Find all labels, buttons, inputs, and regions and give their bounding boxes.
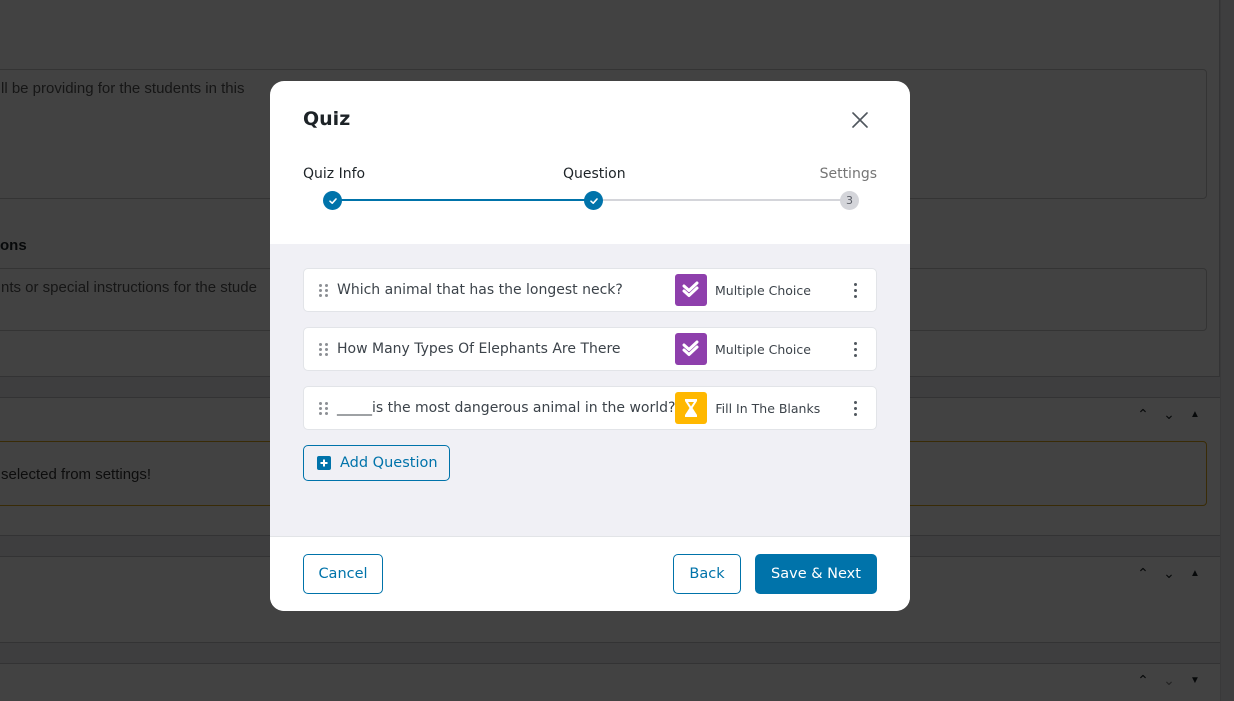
question-list-panel: Which animal that has the longest neck? … (270, 244, 910, 537)
save-next-button[interactable]: Save & Next (755, 554, 877, 594)
plus-square-icon (317, 456, 331, 470)
more-options-icon[interactable] (845, 400, 865, 416)
question-row[interactable]: How Many Types Of Elephants Are There Mu… (303, 327, 877, 371)
check-icon (328, 197, 337, 204)
step-label-question: Question (563, 166, 626, 182)
add-question-button[interactable]: Add Question (303, 445, 450, 481)
question-text: How Many Types Of Elephants Are There (337, 341, 621, 357)
step-dot-settings[interactable]: 3 (840, 191, 859, 210)
double-check-icon (675, 333, 707, 365)
add-question-label: Add Question (340, 455, 438, 471)
modal-title: Quiz (303, 108, 351, 130)
quiz-modal: Quiz Quiz Info Question Settings 3 Which… (270, 81, 910, 611)
progress-stepper: Quiz Info Question Settings 3 (270, 166, 910, 216)
question-text: Which animal that has the longest neck? (337, 282, 623, 298)
check-icon (589, 197, 598, 204)
question-text: _____is the most dangerous animal in the… (336, 400, 676, 416)
question-row[interactable]: _____is the most dangerous animal in the… (303, 386, 877, 430)
more-options-icon[interactable] (845, 282, 865, 298)
modal-footer: Cancel Back Save & Next (270, 538, 910, 611)
back-button[interactable]: Back (673, 554, 741, 594)
double-check-icon (675, 274, 707, 306)
hourglass-icon (675, 392, 708, 424)
step-number: 3 (846, 194, 853, 207)
close-button[interactable] (849, 109, 871, 131)
drag-handle-icon[interactable] (319, 283, 331, 297)
drag-handle-icon[interactable] (319, 401, 331, 415)
more-options-icon[interactable] (845, 341, 865, 357)
step-connector-complete (332, 199, 594, 201)
close-icon (852, 112, 868, 128)
question-type-label: Multiple Choice (715, 282, 811, 298)
step-dot-quiz-info[interactable] (323, 191, 342, 210)
step-connector-pending (593, 199, 849, 201)
step-label-settings: Settings (819, 166, 877, 182)
cancel-button[interactable]: Cancel (303, 554, 383, 594)
question-type-label: Multiple Choice (715, 341, 811, 357)
question-type-label: Fill In The Blanks (715, 400, 821, 416)
modal-header: Quiz Quiz Info Question Settings 3 (270, 81, 910, 244)
step-label-quiz-info: Quiz Info (303, 166, 366, 182)
drag-handle-icon[interactable] (319, 342, 331, 356)
question-row[interactable]: Which animal that has the longest neck? … (303, 268, 877, 312)
step-dot-question[interactable] (584, 191, 603, 210)
